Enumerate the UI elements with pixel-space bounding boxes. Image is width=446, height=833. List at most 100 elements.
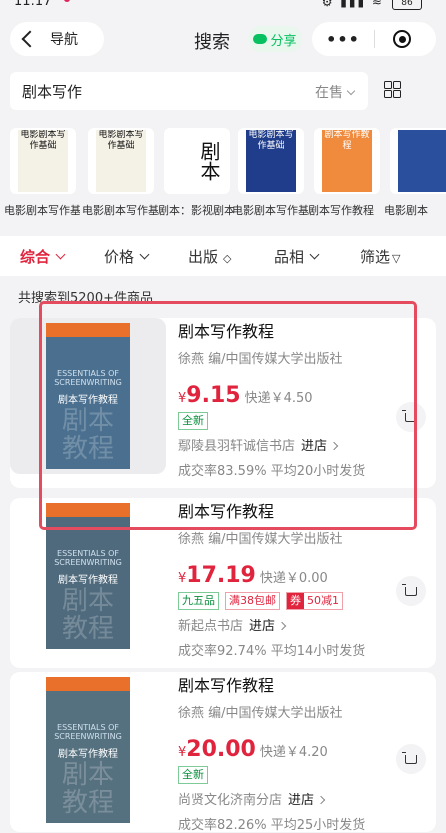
product-title[interactable]: 剧本写作教程: [178, 672, 418, 696]
related-book-cover: 剧本: [164, 128, 230, 194]
chevron-down-icon: [346, 86, 356, 96]
tab-label: 品相: [274, 248, 305, 266]
capsule-divider: [374, 30, 375, 48]
cover-english-title: ESSENTIALS OF SCREENWRITING: [54, 369, 122, 387]
status-bar: 11:17 ⚙ ▮▮▮ ≈ 86: [0, 0, 446, 14]
shop-row: 鄢陵县羽轩诚信书店 进店: [178, 435, 418, 454]
status-time: 11:17: [14, 0, 52, 9]
shipping-fee: 快递￥4.50: [244, 391, 313, 406]
more-icon[interactable]: •••: [312, 30, 374, 49]
cover-chinese-title: 剧本写作教程: [58, 749, 118, 760]
condition-tag: 券 50减1: [286, 592, 343, 610]
sort-tabs: 综合 价格 出版 ◇ 品相 筛选 ▽: [0, 236, 446, 276]
share-label: 分享: [270, 33, 297, 49]
product-card[interactable]: ESSENTIALS OF SCREENWRITING 剧本写作教程 剧本教程 剧本写…: [10, 498, 436, 668]
product-card[interactable]: ESSENTIALS OF SCREENWRITING 剧本写作教程 剧本教程 剧本写…: [10, 672, 436, 833]
product-cover[interactable]: ESSENTIALS OF SCREENWRITING 剧本写作教程 剧本教程: [10, 498, 166, 654]
cover-big-characters: 剧本教程: [61, 760, 114, 818]
related-book-item[interactable]: 电影剧本写作基础电影剧本写作基础: [82, 128, 158, 218]
back-button[interactable]: 导航: [10, 22, 104, 56]
wechat-icon: [253, 34, 268, 44]
product-title[interactable]: 剧本写作教程: [178, 498, 418, 522]
tab-2[interactable]: 出版 ◇: [188, 246, 231, 267]
product-author: 徐燕 编/中国传媒大学出版社: [178, 352, 343, 367]
product-cover[interactable]: ESSENTIALS OF SCREENWRITING 剧本写作教程 剧本教程: [10, 318, 166, 474]
product-info: 剧本写作教程 徐燕 编/中国传媒大学出版社 ¥20.00 快递￥4.20 全新 尚贤文化济…: [178, 672, 418, 833]
cover-chinese-title: 剧本写作教程: [58, 575, 118, 586]
product-price: 17.19: [186, 563, 256, 588]
enter-shop-link[interactable]: 进店: [249, 619, 287, 634]
tag-row: 全新: [178, 766, 418, 784]
mini-program-capsule: •••: [312, 22, 436, 56]
shipping-fee: 快递￥4.20: [259, 745, 328, 760]
tab-0[interactable]: 综合: [20, 246, 66, 267]
nav-bar: 导航 搜索 分享 •••: [0, 14, 446, 64]
book-cover-art: ESSENTIALS OF SCREENWRITING 剧本写作教程 剧本教程: [46, 323, 130, 469]
product-card[interactable]: ESSENTIALS OF SCREENWRITING 剧本写作教程 剧本教程 剧本写…: [10, 318, 436, 488]
chevron-right-icon: [329, 441, 339, 451]
tab-1[interactable]: 价格: [104, 246, 150, 267]
grid-icon[interactable]: [384, 81, 401, 98]
tab-label: 出版: [188, 248, 219, 266]
cart-icon: [402, 409, 417, 422]
cover-art: 剧本写作教程: [322, 130, 372, 192]
chevron-right-icon: [277, 621, 287, 631]
product-title[interactable]: 剧本写作教程: [178, 318, 418, 342]
cover-band: [46, 677, 130, 691]
add-to-cart-button[interactable]: [396, 744, 426, 774]
shop-name: 鄢陵县羽轩诚信书店: [178, 439, 296, 454]
page-title: 搜索: [194, 32, 230, 53]
related-book-cover: 电影剧本写作基础: [238, 128, 304, 194]
enter-shop-link[interactable]: 进店: [301, 439, 339, 454]
product-cover[interactable]: ESSENTIALS OF SCREENWRITING 剧本写作教程 剧本教程: [10, 672, 166, 828]
product-author: 徐燕 编/中国传媒大学出版社: [178, 532, 343, 547]
battery-icon: 86: [392, 0, 422, 10]
add-to-cart-button[interactable]: [396, 576, 426, 606]
enter-shop-label: 进店: [288, 793, 315, 808]
sale-filter-dropdown[interactable]: 在售: [315, 82, 356, 102]
related-book-caption: 电影剧本写作基础: [82, 204, 158, 217]
related-book-item[interactable]: 电影剧本写作基础电影剧本写作基础: [232, 128, 308, 218]
shipping-fee: 快递￥0.00: [259, 571, 328, 586]
price-row: ¥17.19 快递￥0.00: [178, 563, 418, 588]
product-info: 剧本写作教程 徐燕 编/中国传媒大学出版社 ¥9.15 快递￥4.50 全新 鄢陵县羽轩诚…: [178, 318, 418, 479]
tab-label: 价格: [104, 248, 135, 266]
condition-tag: 九五品: [178, 592, 219, 610]
related-book-caption: 电影剧本: [384, 204, 428, 217]
add-to-cart-button[interactable]: [396, 402, 426, 432]
shop-row: 新起点书店 进店: [178, 615, 418, 634]
related-book-cover: [390, 128, 446, 194]
related-book-item[interactable]: 电影剧本写作基础电影剧本写作基础: [4, 128, 80, 218]
shop-stats: 成交率82.26% 平均25小时发货: [178, 818, 366, 833]
chevron-down-icon: [139, 249, 150, 260]
cover-art: 电影剧本写作基础: [18, 130, 68, 192]
tag-row: 全新: [178, 412, 418, 430]
tab-4[interactable]: 筛选 ▽: [360, 246, 400, 267]
cover-big-characters: 剧本教程: [61, 586, 114, 644]
related-book-caption: 剧本写作教程: [308, 204, 374, 217]
cover-english-title: ESSENTIALS OF SCREENWRITING: [54, 549, 122, 567]
close-target-icon[interactable]: [393, 30, 411, 48]
tag-row: 九五品 满38包邮券 50减1: [178, 592, 418, 610]
book-cover-art: ESSENTIALS OF SCREENWRITING 剧本写作教程 剧本教程: [46, 677, 130, 823]
book-cover-art: ESSENTIALS OF SCREENWRITING 剧本写作教程 剧本教程: [46, 503, 130, 649]
shop-name: 新起点书店: [178, 619, 244, 634]
related-book-item[interactable]: 电影剧本: [384, 128, 446, 218]
shop-stats: 成交率83.59% 平均20小时发货: [178, 464, 366, 479]
tab-3[interactable]: 品相: [274, 246, 320, 267]
search-input[interactable]: 剧本写作 在售: [10, 72, 368, 110]
cover-art: 电影剧本写作基础: [246, 130, 296, 192]
cart-icon: [402, 583, 417, 596]
related-book-caption: 电影剧本写作基础: [4, 204, 80, 217]
enter-shop-link[interactable]: 进店: [288, 793, 326, 808]
result-count: 共搜索到5200+件商品: [18, 291, 153, 306]
share-button[interactable]: 分享: [248, 26, 302, 52]
condition-tag: 全新: [178, 766, 208, 784]
chevron-right-icon: [316, 795, 326, 805]
cart-icon: [402, 751, 417, 764]
related-books-strip: 电影剧本写作基础电影剧本写作基础电影剧本写作基础电影剧本写作基础剧本剧本：影视剧…: [0, 124, 446, 224]
cover-band: [46, 503, 130, 517]
related-book-item[interactable]: 剧本写作教程 剧本写作教程: [308, 128, 382, 218]
shop-row: 尚贤文化济南分店 进店: [178, 789, 418, 808]
related-book-item[interactable]: 剧本剧本：影视剧本创作: [158, 128, 234, 218]
